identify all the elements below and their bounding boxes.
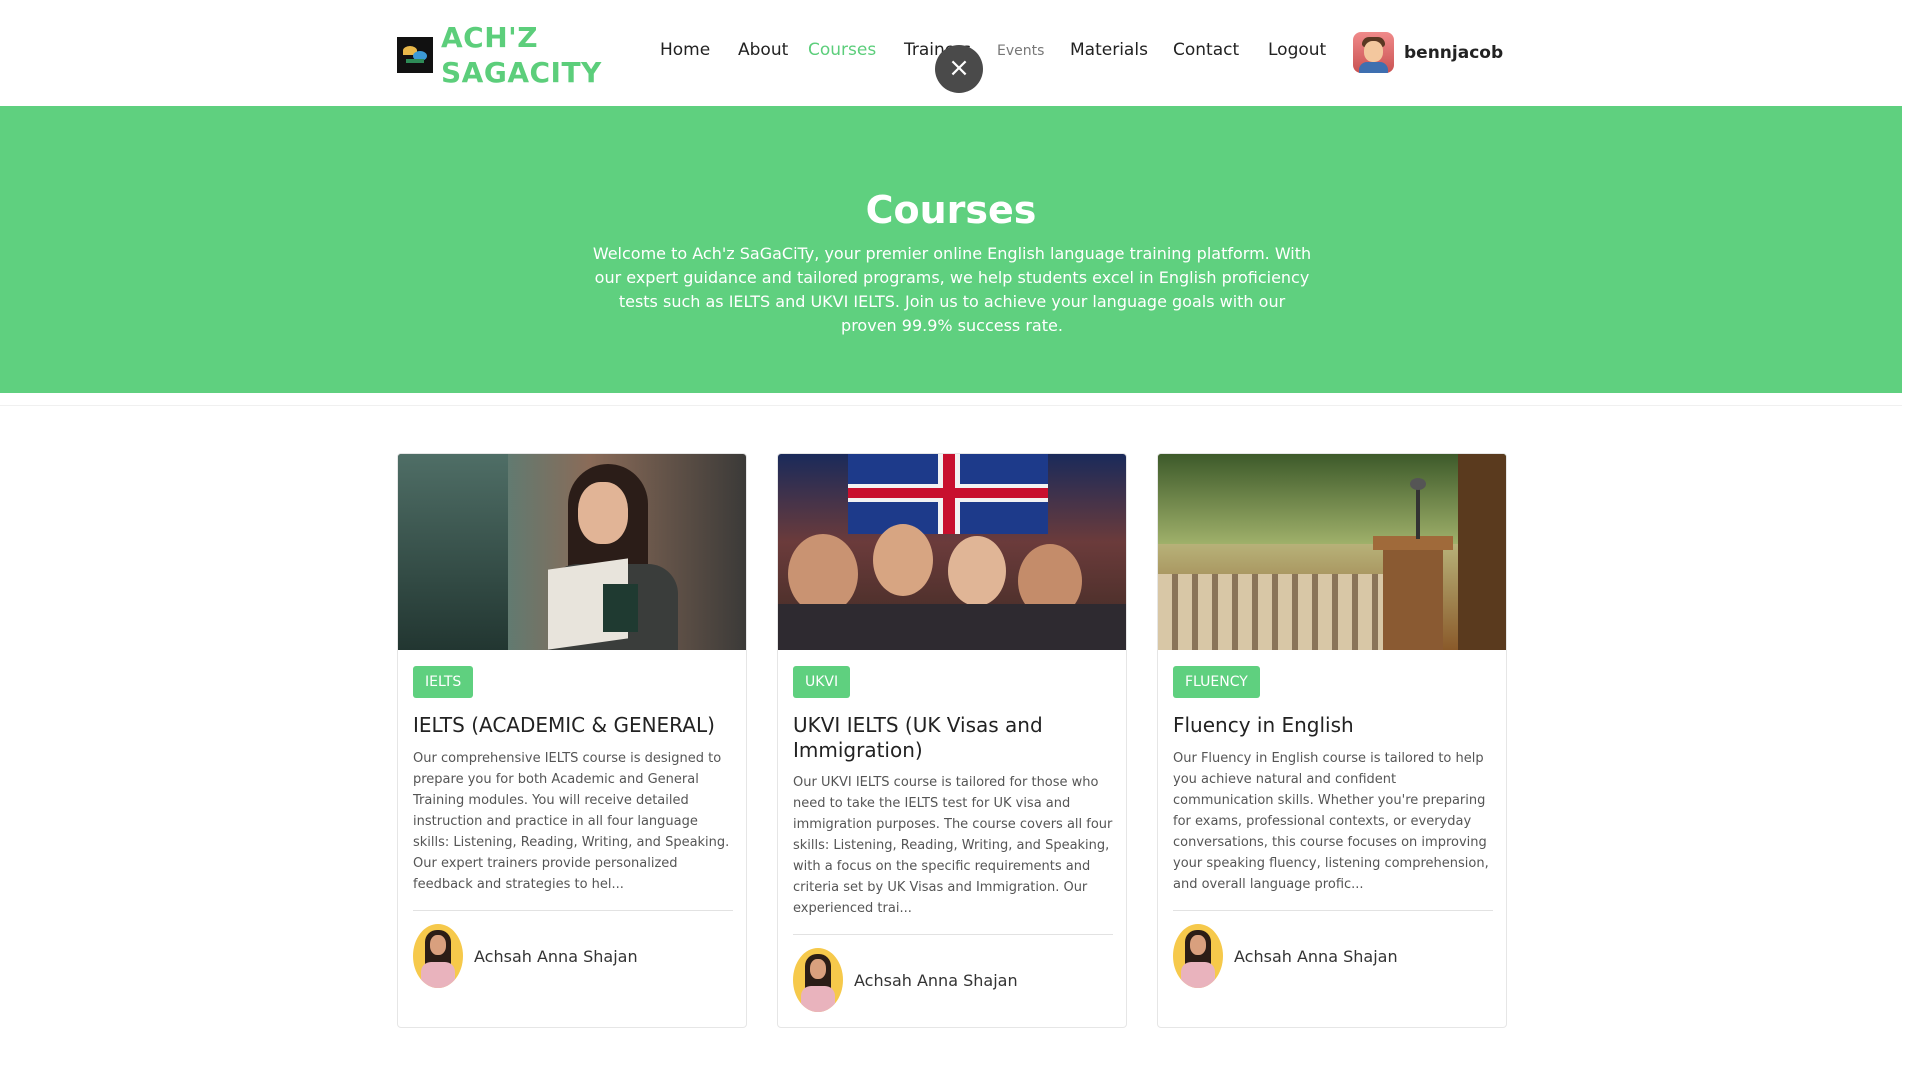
course-title[interactable]: IELTS (ACADEMIC & GENERAL) [413, 713, 735, 738]
logo-text: ACH'Z SAGACITY [441, 20, 602, 90]
logo-line1: ACH'Z [441, 21, 539, 54]
page-title: Courses [865, 188, 1037, 232]
course-description: Our Fluency in English course is tailore… [1173, 751, 1489, 892]
nav-materials[interactable]: Materials [1070, 40, 1148, 60]
nav-logout[interactable]: Logout [1268, 40, 1326, 60]
course-badge: FLUENCY [1173, 666, 1260, 698]
logo-icon [397, 37, 433, 73]
nav-about[interactable]: About [738, 40, 788, 60]
course-image [1158, 454, 1506, 650]
user-menu[interactable]: bennjacob [1353, 32, 1503, 73]
course-description: Our UKVI IELTS course is tailored for th… [793, 775, 1113, 916]
username: bennjacob [1404, 42, 1504, 63]
nav-home[interactable]: Home [660, 40, 710, 60]
nav-contact[interactable]: Contact [1173, 40, 1239, 60]
trainer-info[interactable]: Achsah Anna Shajan [413, 924, 638, 988]
card-divider [1173, 910, 1493, 911]
card-divider [793, 934, 1113, 935]
course-card[interactable]: UKVI UKVI IELTS (UK Visas and Immigratio… [777, 453, 1127, 1028]
close-icon[interactable]: × [935, 45, 983, 93]
trainer-avatar [793, 948, 843, 1012]
course-title[interactable]: UKVI IELTS (UK Visas and Immigration) [793, 713, 1115, 763]
trainer-avatar [1173, 924, 1223, 988]
trainer-name: Achsah Anna Shajan [854, 970, 1018, 990]
trainer-info[interactable]: Achsah Anna Shajan [1173, 924, 1398, 988]
site-logo[interactable]: ACH'Z SAGACITY [397, 20, 602, 90]
hero-description: Welcome to Ach'z SaGaCiTy, your premier … [592, 244, 1312, 335]
trainer-avatar [413, 924, 463, 988]
nav-courses[interactable]: Courses [808, 40, 876, 60]
course-title[interactable]: Fluency in English [1173, 713, 1495, 738]
trainer-info[interactable]: Achsah Anna Shajan [793, 948, 1018, 1012]
user-avatar[interactable] [1353, 32, 1394, 73]
card-divider [413, 910, 733, 911]
course-badge: IELTS [413, 666, 474, 698]
trainer-name: Achsah Anna Shajan [1234, 946, 1398, 966]
section-divider [0, 405, 1902, 406]
course-image [398, 454, 746, 650]
course-description: Our comprehensive IELTS course is design… [413, 751, 730, 892]
course-card[interactable]: IELTS IELTS (ACADEMIC & GENERAL) Our com… [397, 453, 747, 1028]
hero-banner: Courses Welcome to Ach'z SaGaCiTy, your … [0, 106, 1902, 393]
logo-line2: SAGACITY [441, 56, 602, 89]
course-image [778, 454, 1126, 650]
course-card[interactable]: FLUENCY Fluency in English Our Fluency i… [1157, 453, 1507, 1028]
nav-events[interactable]: Events [997, 43, 1044, 59]
course-badge: UKVI [793, 666, 851, 698]
trainer-name: Achsah Anna Shajan [474, 946, 638, 966]
